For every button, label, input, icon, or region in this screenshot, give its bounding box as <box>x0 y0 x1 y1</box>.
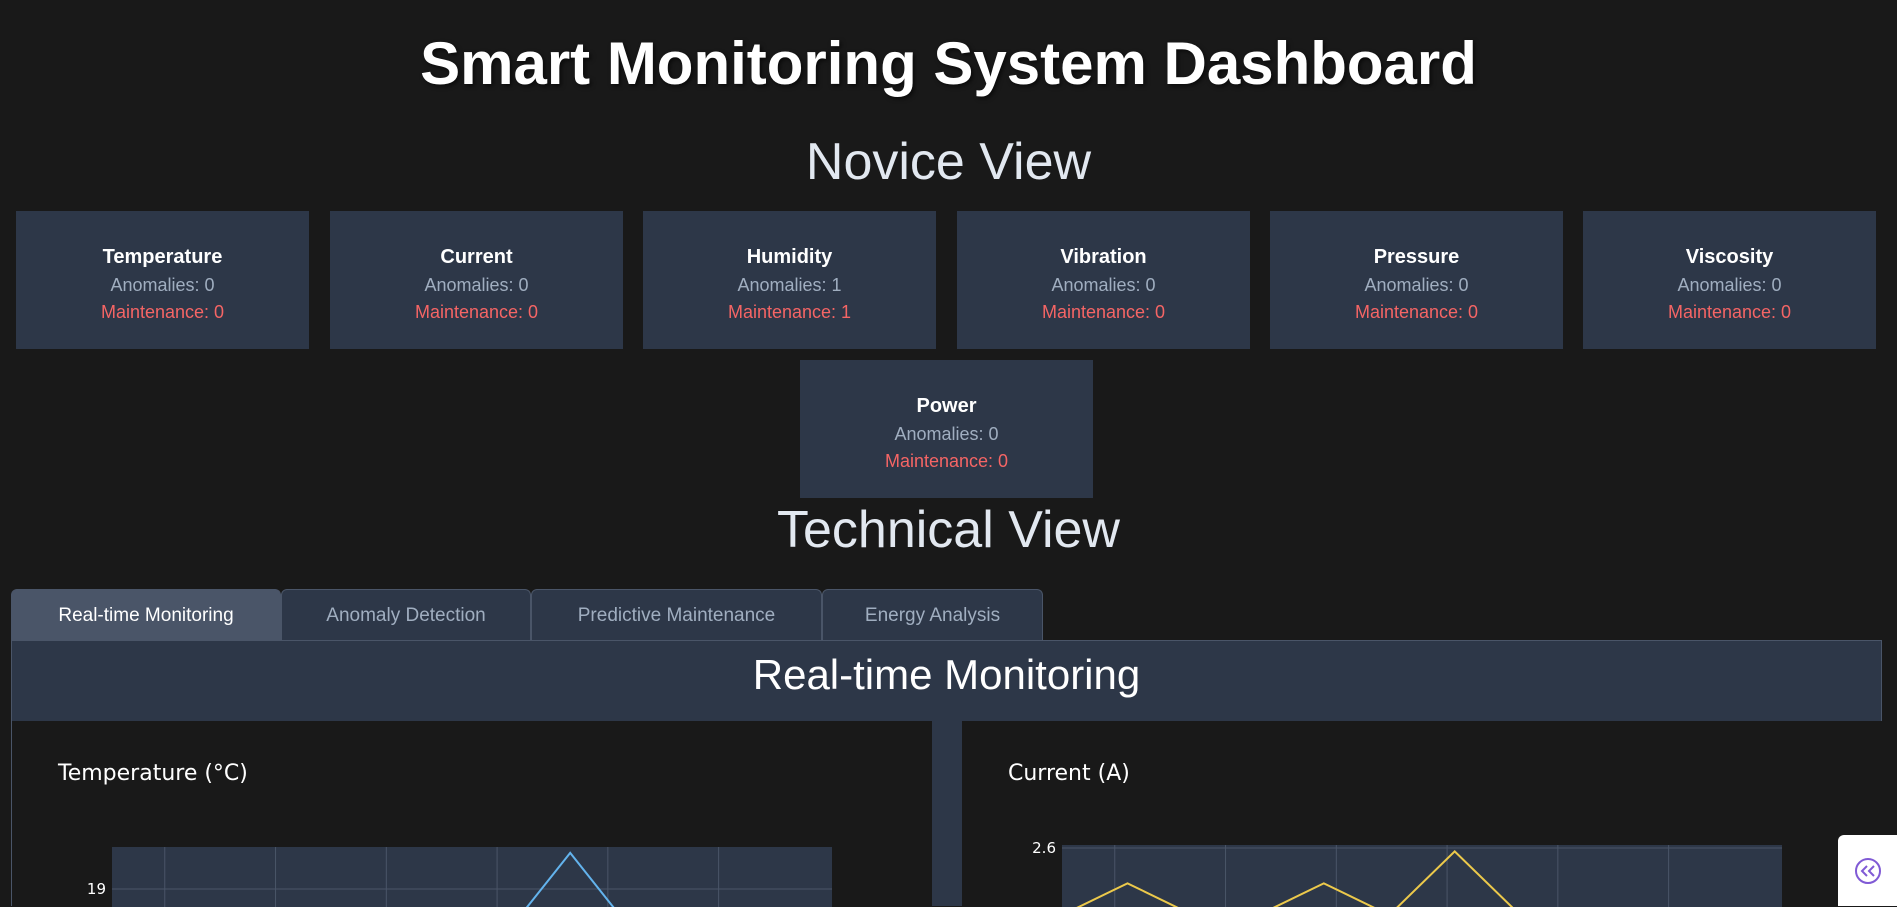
card-maintenance: Maintenance: 0 <box>884 451 1009 471</box>
temperature-chart-svg: 19 <box>87 847 832 907</box>
card-anomalies: Anomalies: 0 <box>424 275 529 295</box>
metric-card-temperature: Temperature Anomalies: 0 Maintenance: 0 <box>16 211 309 349</box>
card-maintenance: Maintenance: 0 <box>100 302 225 322</box>
technical-view-title: Technical View <box>776 501 1120 559</box>
card-anomalies: Anomalies: 0 <box>1364 275 1469 295</box>
card-name: Power <box>916 395 977 417</box>
tab-predictive-maintenance[interactable]: Predictive Maintenance <box>531 589 822 641</box>
metric-card-humidity: Humidity Anomalies: 1 Maintenance: 1 <box>643 211 936 349</box>
plot-area <box>112 847 832 907</box>
card-anomalies: Anomalies: 1 <box>737 275 842 295</box>
card-name: Vibration <box>1060 246 1147 268</box>
tab-panel-real-time-monitoring: Real-time Monitoring 19 Temperature (°C)… <box>11 640 1882 907</box>
novice-view-title: Novice View <box>805 133 1092 191</box>
metric-card-vibration: Vibration Anomalies: 0 Maintenance: 0 <box>957 211 1250 349</box>
card-name: Pressure <box>1373 246 1460 268</box>
metric-card-power: Power Anomalies: 0 Maintenance: 0 <box>800 360 1093 498</box>
current-chart: 2.6 Current (A) <box>962 721 1882 907</box>
sidebar-toggle-button[interactable] <box>1838 835 1897 906</box>
panel-title: Real-time Monitoring <box>752 651 1141 698</box>
card-anomalies: Anomalies: 0 <box>110 275 215 295</box>
card-anomalies: Anomalies: 0 <box>1051 275 1156 295</box>
card-maintenance: Maintenance: 0 <box>1667 302 1792 322</box>
card-maintenance: Maintenance: 1 <box>727 302 852 322</box>
tab-energy-analysis[interactable]: Energy Analysis <box>822 589 1043 641</box>
y-tick-label: 2.6 <box>1032 839 1056 857</box>
chart-title: Temperature (°C) <box>58 761 248 786</box>
chart-title: Current (A) <box>1008 761 1130 786</box>
card-maintenance: Maintenance: 0 <box>1041 302 1166 322</box>
metric-card-pressure: Pressure Anomalies: 0 Maintenance: 0 <box>1270 211 1563 349</box>
card-name: Humidity <box>746 246 833 268</box>
current-chart-svg: 2.6 <box>1032 839 1782 907</box>
metric-card-viscosity: Viscosity Anomalies: 0 Maintenance: 0 <box>1583 211 1876 349</box>
card-anomalies: Anomalies: 0 <box>894 424 999 444</box>
metric-card-current: Current Anomalies: 0 Maintenance: 0 <box>330 211 623 349</box>
double-chevron-left-icon <box>1854 857 1881 884</box>
tab-real-time-monitoring[interactable]: Real-time Monitoring <box>11 589 281 641</box>
card-name: Current <box>440 246 513 268</box>
card-name: Viscosity <box>1685 246 1774 268</box>
plot-area <box>1062 845 1782 907</box>
card-maintenance: Maintenance: 0 <box>414 302 539 322</box>
y-tick-label: 19 <box>87 880 106 898</box>
card-name: Temperature <box>102 246 223 268</box>
temperature-chart: 19 Temperature (°C) <box>12 721 932 907</box>
tab-anomaly-detection[interactable]: Anomaly Detection <box>281 589 531 641</box>
card-maintenance: Maintenance: 0 <box>1354 302 1479 322</box>
dashboard-title: Smart Monitoring System Dashboard <box>420 30 1477 97</box>
card-anomalies: Anomalies: 0 <box>1677 275 1782 295</box>
